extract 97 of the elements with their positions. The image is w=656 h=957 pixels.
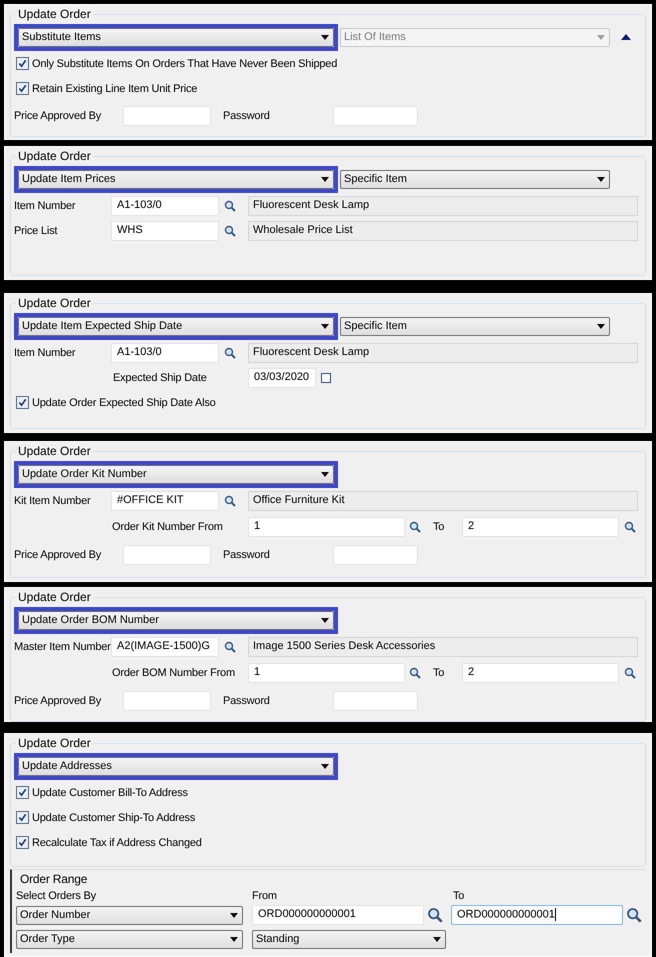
description-field: Fluorescent Desk Lamp — [248, 342, 638, 362]
checkbox-label: Recalculate Tax if Address Changed — [32, 836, 202, 848]
description-field: Image 1500 Series Desk Accessories — [248, 636, 638, 656]
calendar-icon[interactable] — [321, 372, 331, 382]
caret-icon — [321, 176, 329, 182]
caret-icon — [321, 324, 329, 328]
field-label: Order BOM Number From — [112, 666, 236, 678]
field-label: Password — [223, 694, 271, 706]
caret-icon — [597, 176, 605, 182]
field-label: Price Approved By — [14, 694, 102, 706]
group-title: Update Order — [17, 736, 92, 750]
checkbox[interactable] — [16, 82, 29, 95]
input-field[interactable] — [333, 106, 418, 126]
dropdown[interactable]: Update Order BOM Number — [18, 610, 334, 630]
caret-icon — [597, 34, 605, 40]
caret-icon — [230, 912, 238, 918]
dropdown[interactable]: Order Type — [16, 930, 243, 948]
search-icon[interactable] — [624, 520, 636, 532]
search-icon[interactable] — [224, 200, 236, 212]
input-field[interactable]: A1-103/0 — [111, 342, 219, 362]
field-label: Password — [223, 110, 271, 122]
caret-icon — [230, 936, 238, 942]
search-icon[interactable] — [409, 666, 421, 678]
search-icon[interactable] — [626, 907, 642, 923]
description-field: Fluorescent Desk Lamp — [248, 196, 638, 216]
field-label: Password — [223, 548, 271, 560]
caret-icon — [321, 472, 329, 476]
input-field[interactable]: 1 — [248, 516, 405, 536]
dropdown[interactable]: Update Item Expected Ship Date — [18, 316, 334, 336]
input-field[interactable]: WHS — [111, 220, 219, 240]
input-field[interactable]: A1-103/0 — [111, 196, 219, 216]
date-field[interactable]: 03/03/2020 — [248, 368, 316, 388]
checkbox[interactable] — [16, 57, 29, 70]
dropdown[interactable]: Specific Item — [340, 170, 610, 188]
column-heading: To — [453, 890, 466, 902]
dropdown[interactable]: Update Addresses — [18, 756, 334, 776]
input-field[interactable] — [333, 690, 418, 710]
field-label: Item Number — [14, 346, 76, 358]
field-label: Price List — [14, 224, 58, 236]
search-icon[interactable] — [224, 494, 236, 506]
caret-icon — [597, 324, 605, 328]
field-label: Kit Item Number — [14, 494, 92, 506]
dropdown[interactable]: Specific Item — [340, 316, 610, 336]
field-label: Master Item Number — [14, 640, 111, 652]
field-label: Expected Ship Date — [113, 372, 208, 384]
section-title: Order Range — [20, 872, 88, 886]
caret-icon — [321, 34, 329, 40]
description-field: Office Furniture Kit — [248, 490, 638, 510]
field-label: Order Kit Number From — [112, 520, 224, 532]
search-icon[interactable] — [409, 520, 421, 532]
checkbox-label: Update Customer Ship-To Address — [32, 812, 196, 824]
dropdown[interactable]: Standing — [252, 930, 446, 948]
group-title: Update Order — [17, 444, 92, 458]
dropdown[interactable]: Update Item Prices — [18, 170, 334, 188]
checkbox[interactable] — [16, 786, 29, 799]
group-title: Update Order — [17, 590, 92, 604]
column-heading: From — [252, 890, 278, 902]
checkbox-label: Retain Existing Line Item Unit Price — [32, 82, 198, 94]
search-icon[interactable] — [224, 224, 236, 236]
search-icon[interactable] — [427, 907, 443, 923]
checkbox[interactable] — [16, 811, 29, 824]
group-title: Update Order — [17, 7, 92, 21]
input-field[interactable]: ORD000000000001 — [252, 905, 424, 925]
caret-up-icon[interactable] — [621, 34, 631, 40]
caret-icon — [321, 618, 329, 622]
group-title: Update Order — [17, 149, 92, 163]
field-label: Item Number — [14, 200, 76, 212]
field-label: Price Approved By — [14, 110, 102, 122]
dropdown[interactable]: Order Number — [16, 906, 243, 924]
field-label: To — [433, 520, 446, 532]
group-title: Update Order — [17, 296, 92, 310]
caret-icon — [321, 764, 329, 768]
dropdown[interactable]: Update Order Kit Number — [18, 464, 334, 484]
search-icon[interactable] — [224, 640, 236, 652]
checkbox-label: Update Customer Bill-To Address — [32, 786, 188, 798]
field-label: To — [433, 666, 446, 678]
input-field[interactable] — [123, 690, 211, 710]
search-icon[interactable] — [224, 346, 236, 358]
search-icon[interactable] — [624, 666, 636, 678]
input-field[interactable] — [333, 544, 418, 564]
input-field[interactable]: 2 — [462, 662, 619, 682]
input-field[interactable] — [123, 106, 211, 126]
input-field[interactable]: A2(IMAGE-1500)G — [111, 636, 219, 656]
input-field[interactable]: ORD000000000001 — [451, 905, 623, 925]
checkbox[interactable] — [16, 836, 29, 849]
field-label: Price Approved By — [14, 548, 102, 560]
checkbox-label: Only Substitute Items On Orders That Have Never Been Shipped — [32, 58, 338, 70]
caret-icon — [433, 936, 441, 942]
checkbox[interactable] — [16, 396, 29, 409]
description-field: Wholesale Price List — [248, 220, 638, 240]
dropdown[interactable]: Substitute Items — [18, 28, 334, 46]
input-field[interactable]: 2 — [462, 516, 619, 536]
input-field[interactable]: 1 — [248, 662, 405, 682]
column-heading: Select Orders By — [16, 890, 97, 902]
input-field[interactable]: #OFFICE KIT — [111, 490, 219, 510]
checkbox-label: Update Order Expected Ship Date Also — [32, 396, 216, 408]
input-field[interactable] — [123, 544, 211, 564]
